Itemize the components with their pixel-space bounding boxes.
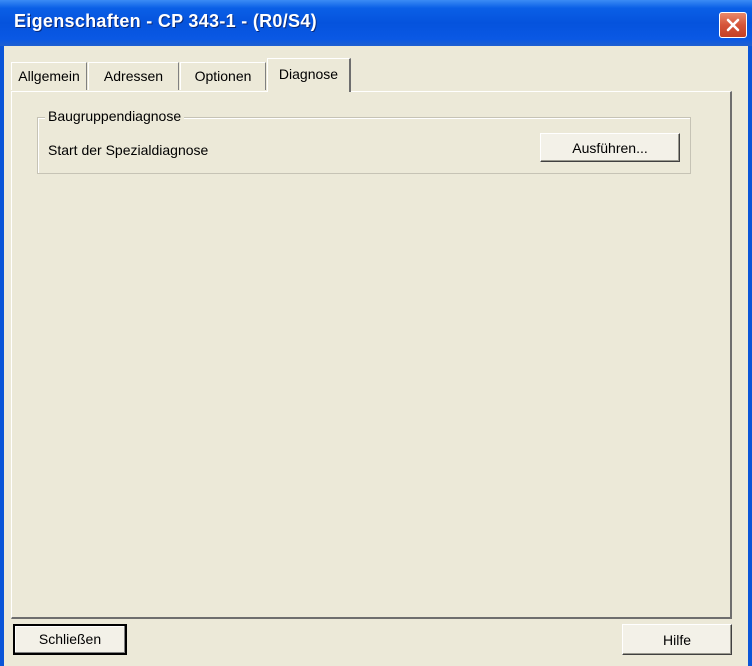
special-diagnostics-label: Start der Spezialdiagnose [48, 142, 209, 158]
close-x-glyph [726, 18, 740, 32]
tab-diagnose[interactable]: Diagnose [267, 58, 351, 92]
close-button[interactable]: Schließen [13, 624, 127, 655]
module-diagnostics-group: Baugruppendiagnose Start der Spezialdiag… [37, 108, 691, 174]
help-button[interactable]: Hilfe [622, 624, 732, 655]
window-frame-left [0, 46, 4, 666]
tab-adressen[interactable]: Adressen [88, 62, 179, 90]
window-title: Eigenschaften - CP 343-1 - (R0/S4) [14, 11, 317, 31]
tab-allgemein[interactable]: Allgemein [11, 62, 87, 90]
properties-dialog: Eigenschaften - CP 343-1 - (R0/S4) Allge… [0, 0, 752, 666]
run-button[interactable]: Ausführen... [540, 133, 680, 162]
tab-optionen[interactable]: Optionen [180, 62, 266, 90]
tab-panel-diagnose: Baugruppendiagnose Start der Spezialdiag… [11, 91, 732, 619]
window-frame-right [748, 46, 752, 666]
close-icon[interactable] [719, 12, 747, 38]
title-bar[interactable]: Eigenschaften - CP 343-1 - (R0/S4) [0, 0, 752, 46]
group-label: Baugruppendiagnose [45, 108, 185, 124]
